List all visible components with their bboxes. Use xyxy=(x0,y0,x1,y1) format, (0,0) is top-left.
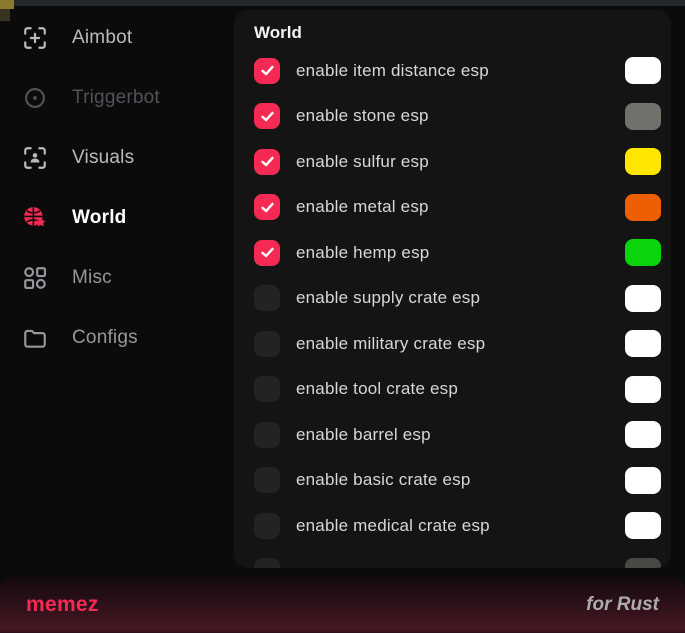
sidebar-item-label: Misc xyxy=(72,267,112,289)
esp-checkbox[interactable] xyxy=(254,103,280,129)
sidebar-item-label: Aimbot xyxy=(72,27,132,49)
esp-checkbox[interactable] xyxy=(254,194,280,220)
esp-toggle-row: enable metal esp xyxy=(254,185,661,231)
esp-checkbox[interactable] xyxy=(254,376,280,402)
esp-toggle-list: enable item distance esp enable stone es… xyxy=(254,48,661,568)
esp-toggle-row: enable supply crate esp xyxy=(254,276,661,322)
sidebar-item-triggerbot[interactable]: Triggerbot xyxy=(0,68,234,128)
esp-toggle-row: enable hemp esp xyxy=(254,230,661,276)
sidebar: Aimbot Triggerbot Visuals World Misc xyxy=(0,8,234,568)
esp-color-swatch[interactable] xyxy=(625,285,661,312)
esp-toggle-row: enable medical crate esp xyxy=(254,503,661,549)
esp-color-swatch[interactable] xyxy=(625,239,661,266)
esp-checkbox[interactable] xyxy=(254,467,280,493)
world-icon xyxy=(22,205,48,231)
esp-toggle-row: enable military crate esp xyxy=(254,321,661,367)
esp-checkbox[interactable] xyxy=(254,331,280,357)
esp-checkbox[interactable] xyxy=(254,149,280,175)
sidebar-item-label: World xyxy=(72,207,126,229)
sidebar-item-label: Triggerbot xyxy=(72,87,160,109)
check-icon xyxy=(259,153,276,170)
esp-color-swatch[interactable] xyxy=(625,512,661,539)
esp-toggle-label: enable item distance esp xyxy=(296,61,609,81)
esp-toggle-label: enable medical crate esp xyxy=(296,516,609,536)
footer-bar: memez for Rust xyxy=(0,576,685,633)
game-background-strip xyxy=(0,0,685,6)
brand-name: memez xyxy=(26,593,99,617)
sidebar-item-misc[interactable]: Misc xyxy=(0,248,234,308)
esp-color-swatch[interactable] xyxy=(625,57,661,84)
esp-toggle-row: enable basic crate esp xyxy=(254,458,661,504)
esp-toggle-label: enable hemp esp xyxy=(296,243,609,263)
triggerbot-icon xyxy=(22,85,48,111)
misc-icon xyxy=(22,265,48,291)
esp-toggle-label: enable basic crate esp xyxy=(296,470,609,490)
esp-color-swatch[interactable] xyxy=(625,467,661,494)
esp-toggle-row: enable sulfur esp xyxy=(254,139,661,185)
esp-checkbox[interactable] xyxy=(254,422,280,448)
esp-toggle-row: enable barrel esp xyxy=(254,412,661,458)
esp-checkbox[interactable] xyxy=(254,513,280,539)
visuals-icon xyxy=(22,145,48,171)
esp-checkbox[interactable] xyxy=(254,240,280,266)
check-icon xyxy=(259,62,276,79)
esp-checkbox[interactable] xyxy=(254,58,280,84)
esp-toggle-label: enable military crate esp xyxy=(296,334,609,354)
esp-toggle-row: enable tool crate esp xyxy=(254,367,661,413)
esp-color-swatch[interactable] xyxy=(625,376,661,403)
esp-toggle-label: enable tool crate esp xyxy=(296,379,609,399)
sidebar-item-world[interactable]: World xyxy=(0,188,234,248)
esp-color-swatch[interactable] xyxy=(625,558,661,568)
sidebar-item-label: Visuals xyxy=(72,147,134,169)
sidebar-item-visuals[interactable]: Visuals xyxy=(0,128,234,188)
esp-toggle-label: enable sulfur esp xyxy=(296,152,609,172)
esp-toggle-row: enable stone esp xyxy=(254,94,661,140)
esp-toggle-row-partial xyxy=(254,549,661,569)
check-icon xyxy=(259,244,276,261)
esp-color-swatch[interactable] xyxy=(625,194,661,221)
esp-toggle-row: enable item distance esp xyxy=(254,48,661,94)
sidebar-item-aimbot[interactable]: Aimbot xyxy=(0,8,234,68)
esp-color-swatch[interactable] xyxy=(625,421,661,448)
world-settings-panel: World enable item distance esp enable st… xyxy=(234,10,671,568)
check-icon xyxy=(259,199,276,216)
footer-tagline: for Rust xyxy=(586,594,659,616)
esp-color-swatch[interactable] xyxy=(625,103,661,130)
panel-title: World xyxy=(254,22,661,44)
esp-toggle-label: enable supply crate esp xyxy=(296,288,609,308)
aimbot-icon xyxy=(22,25,48,51)
configs-icon xyxy=(22,325,48,351)
esp-color-swatch[interactable] xyxy=(625,148,661,175)
check-icon xyxy=(259,108,276,125)
sidebar-item-label: Configs xyxy=(72,327,138,349)
esp-color-swatch[interactable] xyxy=(625,330,661,357)
esp-toggle-label: enable metal esp xyxy=(296,197,609,217)
esp-toggle-label: enable stone esp xyxy=(296,106,609,126)
sidebar-item-configs[interactable]: Configs xyxy=(0,308,234,368)
esp-toggle-label: enable barrel esp xyxy=(296,425,609,445)
esp-checkbox[interactable] xyxy=(254,558,280,568)
esp-checkbox[interactable] xyxy=(254,285,280,311)
